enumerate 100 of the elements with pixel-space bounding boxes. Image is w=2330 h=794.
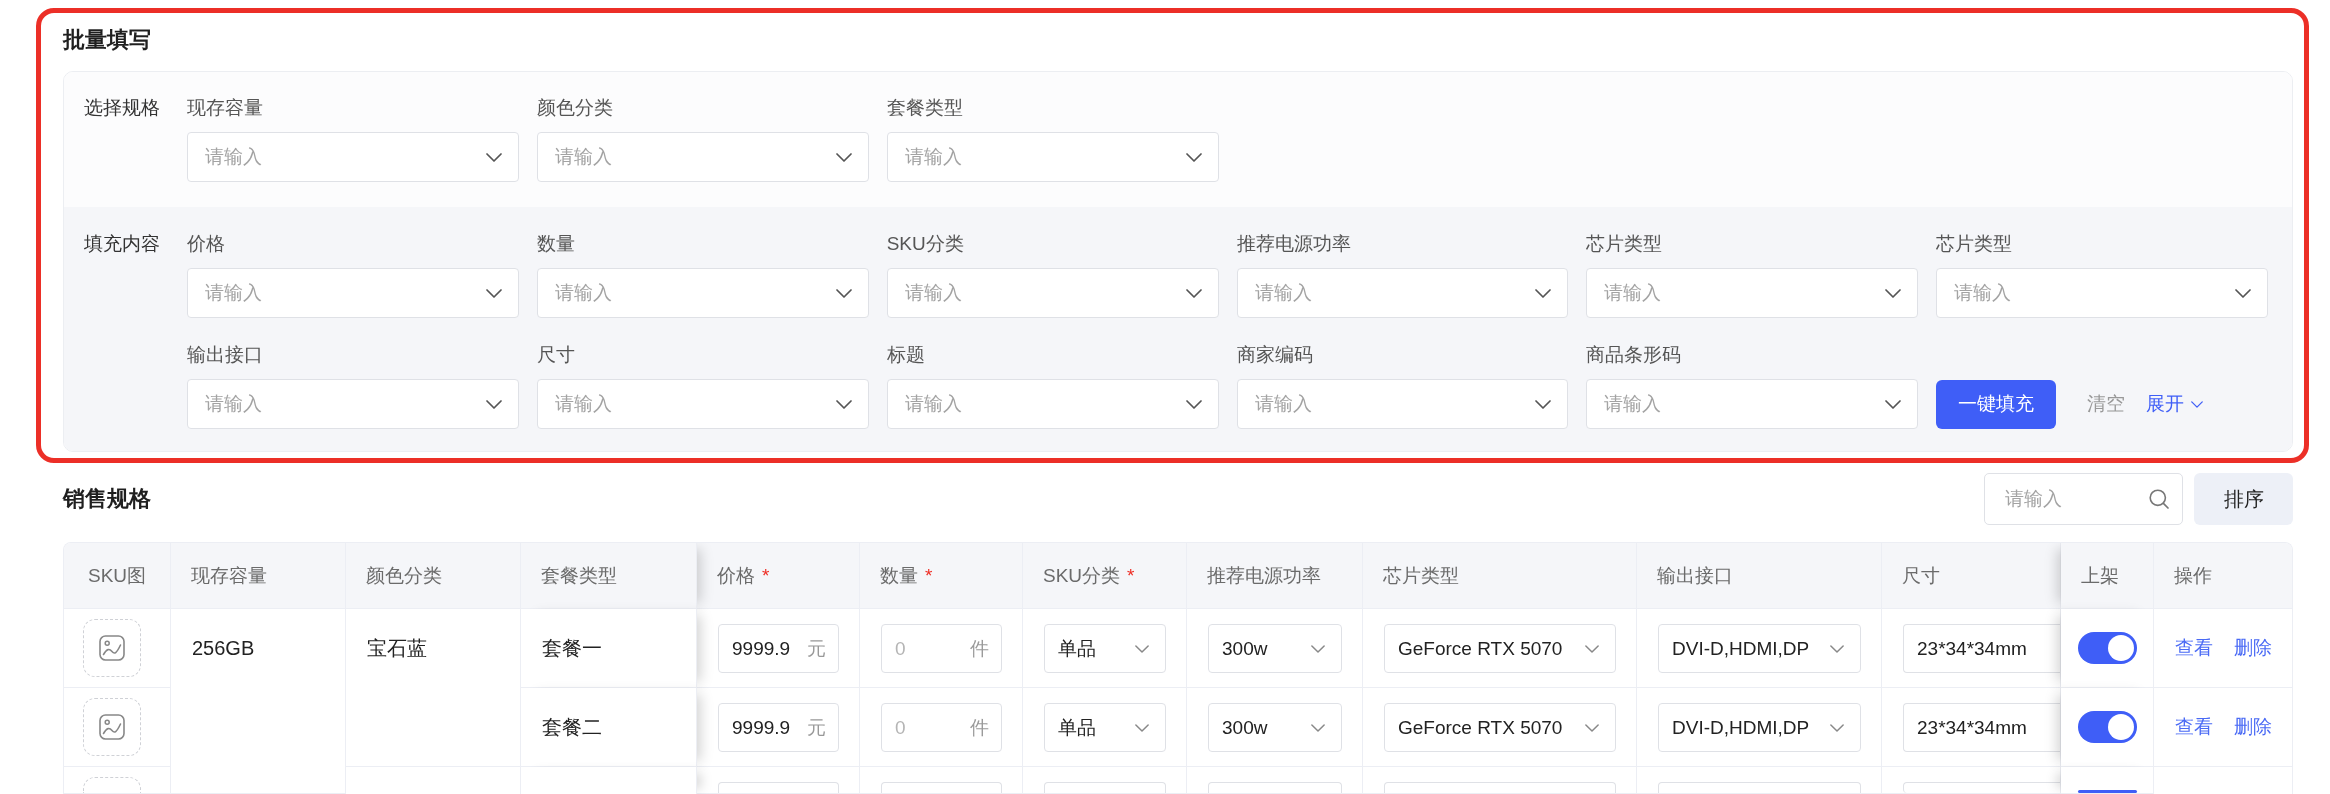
number-field[interactable]: [718, 782, 839, 793]
select-field[interactable]: 请输入: [1586, 379, 1919, 429]
text-field[interactable]: [1903, 782, 2060, 793]
chevron-icon: [1885, 399, 1902, 409]
chevron-icon: [835, 399, 852, 409]
number-field[interactable]: 0 件: [881, 624, 1002, 673]
select-field[interactable]: 请输入: [187, 268, 519, 318]
number-field[interactable]: 9999.9 元: [718, 624, 839, 673]
image-upload-tile[interactable]: [83, 619, 141, 677]
column-header: 颜色分类: [346, 543, 521, 609]
field-label: 颜色分类: [536, 96, 613, 120]
field-label: SKU分类: [886, 232, 964, 256]
column-header: SKU图: [64, 543, 171, 609]
select-field[interactable]: 请输入: [886, 132, 1219, 182]
action-link[interactable]: 查看: [2175, 636, 2213, 660]
action-link[interactable]: 删除: [2234, 715, 2272, 739]
select-field[interactable]: 请输入: [886, 379, 1219, 429]
field-label: 芯片类型: [1586, 232, 1663, 256]
field-label: 标题: [886, 343, 925, 367]
column-header: 价格 *: [697, 543, 860, 609]
cell-text: 宝石蓝: [367, 636, 427, 660]
action-link[interactable]: 删除: [2234, 636, 2272, 660]
select-field[interactable]: 请输入: [187, 132, 519, 182]
chevron-icon: [1311, 723, 1325, 732]
field-label: 推荐电源功率: [1236, 232, 1351, 256]
image-upload-tile[interactable]: [83, 777, 141, 793]
select-field[interactable]: 请输入: [536, 132, 869, 182]
clear-button[interactable]: 清空: [2087, 391, 2126, 417]
chevron-icon: [1885, 288, 1902, 298]
select-field[interactable]: GeForce RTX 5070: [1384, 703, 1616, 752]
chevron-icon: [1135, 644, 1149, 653]
search-icon: [2149, 489, 2169, 509]
select-field[interactable]: DVI-D,HDMI,DP: [1658, 624, 1861, 673]
column-header: 上架: [2061, 543, 2154, 609]
toggle-switch[interactable]: [2078, 711, 2137, 743]
column-header: 套餐类型: [521, 543, 697, 609]
image-icon: [99, 714, 125, 740]
toggle-switch[interactable]: [2078, 790, 2137, 793]
chevron-icon: [1585, 723, 1599, 732]
select-field[interactable]: [1384, 782, 1616, 793]
field-label: 商家编码: [1236, 343, 1313, 367]
select-field[interactable]: GeForce RTX 5070: [1384, 624, 1616, 673]
chevron-icon: [835, 152, 852, 162]
chevron-icon: [1830, 723, 1844, 732]
cell-text: 套餐一: [542, 636, 602, 660]
select-field[interactable]: 请输入: [886, 268, 1219, 318]
field-label: 芯片类型: [1936, 232, 2013, 256]
field-label: 输出接口: [187, 343, 263, 367]
cell-text: 套餐二: [542, 715, 602, 739]
select-field[interactable]: 300w: [1208, 624, 1342, 673]
field-label: 数量: [536, 232, 575, 256]
column-header: 现存容量: [171, 543, 346, 609]
search-field[interactable]: 请输入: [1984, 473, 2183, 525]
chevron-icon: [1535, 399, 1552, 409]
chevron-icon: [1135, 723, 1149, 732]
group-label: 选择规格: [84, 97, 160, 118]
chevron-icon: [835, 288, 852, 298]
chevron-icon: [1185, 152, 1202, 162]
image-icon: [99, 635, 125, 661]
field-label: 套餐类型: [886, 96, 963, 120]
select-field[interactable]: 请输入: [536, 268, 869, 318]
select-field[interactable]: 请输入: [1236, 268, 1569, 318]
select-field[interactable]: DVI-D,HDMI,DP: [1658, 703, 1861, 752]
field-label: 价格: [187, 232, 225, 256]
select-field[interactable]: 请输入: [1236, 379, 1569, 429]
chevron-icon: [485, 288, 502, 298]
chevron-icon: [1185, 399, 1202, 409]
select-field[interactable]: 单品: [1044, 624, 1166, 673]
number-field[interactable]: 0 件: [881, 703, 1002, 752]
action-link[interactable]: 查看: [2175, 715, 2213, 739]
select-field[interactable]: [1658, 782, 1861, 793]
chevron-icon: [2235, 288, 2251, 298]
section-title: 销售规格: [63, 485, 151, 513]
number-field[interactable]: [881, 782, 1002, 793]
column-header: 输出接口: [1637, 543, 1882, 609]
chevron-icon: [1185, 288, 1202, 298]
select-field[interactable]: 单品: [1044, 703, 1166, 752]
text-field[interactable]: 23*34*34mm: [1903, 624, 2060, 673]
column-header: 操作: [2154, 543, 2292, 609]
expand-button[interactable]: 展开: [2146, 391, 2204, 417]
image-upload-tile[interactable]: [83, 698, 141, 756]
section-title: 批量填写: [63, 26, 151, 54]
column-header: 芯片类型: [1363, 543, 1637, 609]
toggle-switch[interactable]: [2078, 632, 2137, 664]
sort-button[interactable]: 排序: [2194, 473, 2293, 525]
select-field[interactable]: 300w: [1208, 703, 1342, 752]
select-field[interactable]: [1208, 782, 1342, 793]
select-field[interactable]: 请输入: [187, 379, 519, 429]
select-field[interactable]: 请输入: [536, 379, 869, 429]
chevron-icon: [1830, 644, 1844, 653]
column-header: SKU分类 *: [1023, 543, 1187, 609]
column-header: 尺寸: [1882, 543, 2061, 609]
select-field[interactable]: 请输入: [1936, 268, 2268, 318]
text-field[interactable]: 23*34*34mm: [1903, 703, 2060, 752]
fill-button[interactable]: 一键填充: [1936, 379, 2057, 429]
cell-text: 256GB: [192, 636, 255, 660]
field-label: 尺寸: [536, 343, 575, 367]
select-field[interactable]: 请输入: [1586, 268, 1919, 318]
select-field[interactable]: [1044, 782, 1166, 793]
number-field[interactable]: 9999.9 元: [718, 703, 839, 752]
